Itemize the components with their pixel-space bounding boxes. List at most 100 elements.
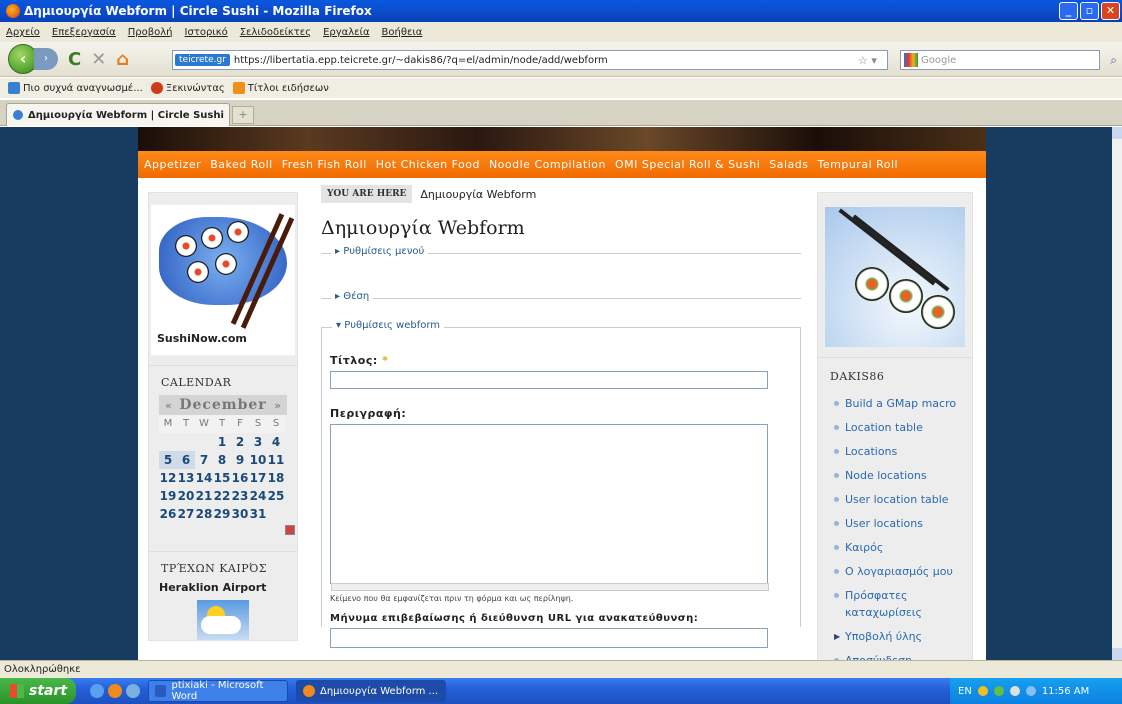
- confirmation-input[interactable]: [330, 628, 768, 648]
- fieldset-position-toggle[interactable]: ▸ Θέση: [331, 291, 374, 302]
- bookmark-star-icon[interactable]: ☆ ▾: [858, 54, 877, 67]
- vertical-scrollbar[interactable]: [1112, 127, 1122, 660]
- nav-link[interactable]: Noodle Compilation: [489, 158, 606, 171]
- calendar-day[interactable]: 9: [231, 451, 249, 469]
- home-icon[interactable]: ⌂: [116, 49, 129, 70]
- calendar-day[interactable]: 26: [159, 505, 177, 523]
- calendar-icon[interactable]: [285, 525, 295, 535]
- description-label: Περιγραφή:: [330, 407, 407, 420]
- minimize-button[interactable]: _: [1059, 2, 1078, 20]
- stop-icon[interactable]: ✕: [91, 49, 106, 70]
- quick-launch-explorer-icon[interactable]: [126, 684, 140, 698]
- forward-button[interactable]: ›: [34, 48, 58, 70]
- nav-link[interactable]: OMI Special Roll & Sushi: [615, 158, 760, 171]
- textarea-resize-handle[interactable]: [331, 583, 769, 591]
- calendar-next-button[interactable]: »: [274, 399, 281, 412]
- bookmark-getting-started[interactable]: Ξεκινώντας: [150, 82, 225, 94]
- nav-link[interactable]: Salads: [769, 158, 808, 171]
- fieldset-webform-toggle[interactable]: ▾ Ρυθμίσεις webform: [332, 320, 445, 331]
- taskbar-firefox[interactable]: Δημιουργία Webform ...: [296, 680, 446, 702]
- calendar-day[interactable]: 29: [213, 505, 231, 523]
- quick-launch-firefox-icon[interactable]: [108, 684, 122, 698]
- search-input[interactable]: Google ⌕: [900, 50, 1117, 70]
- volume-icon[interactable]: [1009, 686, 1020, 696]
- calendar-day[interactable]: 4: [267, 433, 285, 451]
- user-link-recent-posts[interactable]: Πρόσφατες καταχωρίσεις: [834, 587, 972, 621]
- search-icon[interactable]: ⌕: [1110, 53, 1117, 68]
- user-link-build-gmap-macro[interactable]: Build a GMap macro: [834, 395, 972, 412]
- calendar-day[interactable]: 16: [231, 469, 249, 487]
- calendar-day[interactable]: 20: [177, 487, 195, 505]
- user-link-user-location-table[interactable]: User location table: [834, 491, 972, 508]
- calendar-day[interactable]: 13: [177, 469, 195, 487]
- description-textarea[interactable]: [330, 424, 769, 591]
- calendar-day[interactable]: 19: [159, 487, 177, 505]
- menu-edit[interactable]: Επεξεργασία: [52, 27, 116, 38]
- close-button[interactable]: ✕: [1101, 2, 1120, 20]
- user-link-create-content[interactable]: ▶ Υποβολή ύλης: [834, 628, 972, 645]
- reload-icon[interactable]: C: [68, 49, 81, 70]
- user-link-node-locations[interactable]: Node locations: [834, 467, 972, 484]
- taskbar-word[interactable]: ptixiaki - Microsoft Word: [148, 680, 288, 702]
- nav-link[interactable]: Baked Roll: [210, 158, 273, 171]
- nav-link[interactable]: Tempural Roll: [818, 158, 899, 171]
- network-icon[interactable]: [1025, 686, 1036, 696]
- title-input[interactable]: [330, 371, 768, 389]
- calendar-day[interactable]: 28: [195, 505, 213, 523]
- site-identity-badge[interactable]: teicrete.gr: [175, 54, 230, 66]
- user-link-locations[interactable]: Locations: [834, 443, 972, 460]
- menu-history[interactable]: Ιστορικό: [185, 27, 228, 38]
- user-link-user-locations[interactable]: User locations: [834, 515, 972, 532]
- new-tab-button[interactable]: +: [232, 106, 254, 124]
- quick-launch-ie-icon[interactable]: [90, 684, 104, 698]
- nav-link[interactable]: Hot Chicken Food: [376, 158, 480, 171]
- user-link-my-account[interactable]: Ο λογαριασμός μου: [834, 563, 972, 580]
- calendar-day[interactable]: 11: [267, 451, 285, 469]
- menu-file[interactable]: Αρχείο: [6, 27, 40, 38]
- calendar-day[interactable]: 24: [249, 487, 267, 505]
- menu-bookmarks[interactable]: Σελιδοδείκτες: [240, 27, 311, 38]
- user-link-location-table[interactable]: Location table: [834, 419, 972, 436]
- fieldset-menu-toggle[interactable]: ▸ Ρυθμίσεις μενού: [331, 246, 429, 257]
- calendar-day[interactable]: 14: [195, 469, 213, 487]
- calendar-day[interactable]: 10: [249, 451, 267, 469]
- calendar-day[interactable]: 21: [195, 487, 213, 505]
- menu-tools[interactable]: Εργαλεία: [323, 27, 369, 38]
- breadcrumb-label: YOU ARE HERE: [321, 185, 413, 203]
- calendar-day[interactable]: 23: [231, 487, 249, 505]
- url-bar[interactable]: teicrete.gr https://libertatia.epp.teicr…: [172, 50, 888, 70]
- user-link-logout[interactable]: Αποσύνδεση: [834, 652, 972, 660]
- calendar-day[interactable]: 30: [231, 505, 249, 523]
- nav-link[interactable]: Appetizer: [144, 158, 201, 171]
- calendar-day[interactable]: 5: [159, 451, 177, 469]
- scroll-down-arrow[interactable]: [1112, 648, 1122, 660]
- calendar-day[interactable]: 17: [249, 469, 267, 487]
- calendar-day[interactable]: 6: [177, 451, 195, 469]
- tray-icon[interactable]: [977, 686, 988, 696]
- calendar-day[interactable]: 12: [159, 469, 177, 487]
- tray-icon[interactable]: [993, 686, 1004, 696]
- calendar-day[interactable]: 18: [267, 469, 285, 487]
- calendar-day[interactable]: 22: [213, 487, 231, 505]
- menu-view[interactable]: Προβολή: [128, 27, 173, 38]
- nav-link[interactable]: Fresh Fish Roll: [282, 158, 367, 171]
- bookmark-most-visited[interactable]: Πιο συχνά αναγνωσμέ...: [8, 82, 143, 94]
- tab-active[interactable]: Δημιουργία Webform | Circle Sushi: [6, 103, 230, 126]
- calendar-day[interactable]: 1: [213, 433, 231, 451]
- calendar-day[interactable]: 31: [249, 505, 267, 523]
- calendar-prev-button[interactable]: «: [165, 399, 172, 412]
- calendar-day[interactable]: 2: [231, 433, 249, 451]
- calendar-day[interactable]: 8: [213, 451, 231, 469]
- user-link-weather[interactable]: Καιρός: [834, 539, 972, 556]
- calendar-day[interactable]: 3: [249, 433, 267, 451]
- calendar-day[interactable]: 27: [177, 505, 195, 523]
- scroll-up-arrow[interactable]: [1112, 127, 1122, 139]
- calendar-day[interactable]: 15: [213, 469, 231, 487]
- calendar-day[interactable]: 7: [195, 451, 213, 469]
- start-button[interactable]: start: [0, 678, 76, 704]
- bookmark-news[interactable]: Τίτλοι ειδήσεων: [232, 82, 329, 94]
- language-indicator[interactable]: EN: [958, 686, 972, 697]
- menu-help[interactable]: Βοήθεια: [382, 27, 423, 38]
- calendar-day[interactable]: 25: [267, 487, 285, 505]
- maximize-button[interactable]: ▫: [1080, 2, 1099, 20]
